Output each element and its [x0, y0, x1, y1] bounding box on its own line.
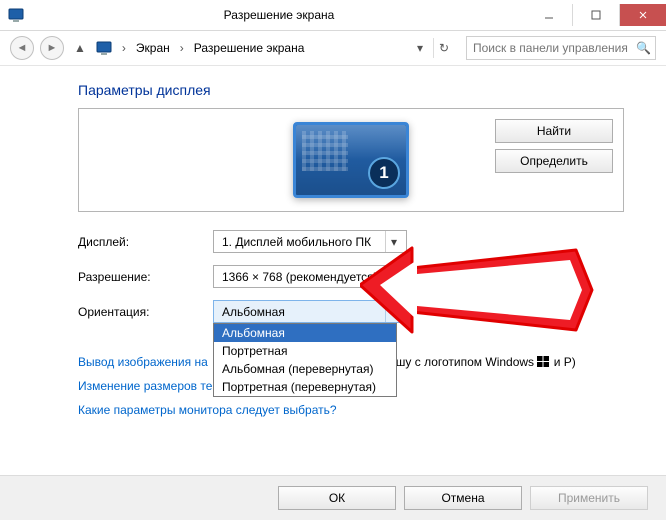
breadcrumb-root[interactable]: Экран [136, 41, 170, 55]
ok-button[interactable]: ОК [278, 486, 396, 510]
resolution-combo-value: 1366 × 768 (рекомендуется) [222, 270, 381, 284]
find-button[interactable]: Найти [495, 119, 613, 143]
detect-button[interactable]: Определить [495, 149, 613, 173]
cancel-button[interactable]: Отмена [404, 486, 522, 510]
minimize-button[interactable] [526, 4, 572, 26]
apply-button: Применить [530, 486, 648, 510]
dialog-footer: ОК Отмена Применить [0, 475, 666, 520]
monitor-number: 1 [368, 157, 400, 189]
chevron-down-icon: ▾ [385, 266, 402, 287]
window-title: Разрешение экрана [32, 8, 526, 22]
maximize-button[interactable] [572, 4, 619, 26]
refresh-button[interactable]: ↻ [433, 38, 454, 58]
forward-button[interactable]: ► [40, 36, 64, 60]
help-link[interactable]: Какие параметры монитора следует выбрать… [78, 403, 624, 417]
monitor-icon [96, 40, 112, 56]
titlebar: Разрешение экрана [0, 0, 666, 31]
windows-logo-icon [537, 355, 550, 368]
orientation-option[interactable]: Портретная (перевернутая) [214, 378, 396, 396]
chevron-down-icon[interactable]: ▾ [413, 41, 427, 55]
display-combo-value: 1. Дисплей мобильного ПК [222, 235, 381, 249]
orientation-label: Ориентация: [78, 305, 213, 319]
monitor-thumbnail[interactable]: 1 [293, 122, 409, 198]
resolution-combo[interactable]: 1366 × 768 (рекомендуется) ▾ [213, 265, 407, 288]
toolbar: ◄ ► ▲ › Экран › Разрешение экрана ▾ ↻ 🔍 [0, 31, 666, 66]
app-icon [8, 7, 24, 23]
resolution-label: Разрешение: [78, 270, 213, 284]
breadcrumb[interactable]: › Экран › Разрешение экрана [96, 40, 305, 56]
up-button[interactable]: ▲ [70, 41, 90, 55]
orientation-dropdown: Альбомная Портретная Альбомная (переверн… [213, 323, 397, 397]
orientation-option[interactable]: Альбомная (перевернутая) [214, 360, 396, 378]
breadcrumb-leaf[interactable]: Разрешение экрана [194, 41, 305, 55]
search-box[interactable]: 🔍 [466, 36, 656, 60]
chevron-right-icon: › [176, 41, 188, 55]
orientation-combo[interactable]: Альбомная ▾ Альбомная Портретная Альбомн… [213, 300, 407, 323]
display-label: Дисплей: [78, 235, 213, 249]
search-icon[interactable]: 🔍 [636, 41, 651, 55]
close-button[interactable] [619, 4, 666, 26]
display-preview: 1 Найти Определить [78, 108, 624, 212]
orientation-combo-value: Альбомная [222, 305, 381, 319]
chevron-down-icon: ▾ [385, 301, 402, 322]
orientation-option[interactable]: Альбомная [214, 324, 396, 342]
chevron-right-icon: › [118, 41, 130, 55]
chevron-down-icon: ▾ [385, 231, 402, 252]
monitor-pattern [302, 131, 348, 171]
orientation-option[interactable]: Портретная [214, 342, 396, 360]
page-heading: Параметры дисплея [78, 82, 624, 98]
display-combo[interactable]: 1. Дисплей мобильного ПК ▾ [213, 230, 407, 253]
back-button[interactable]: ◄ [10, 36, 34, 60]
search-input[interactable] [471, 40, 632, 56]
